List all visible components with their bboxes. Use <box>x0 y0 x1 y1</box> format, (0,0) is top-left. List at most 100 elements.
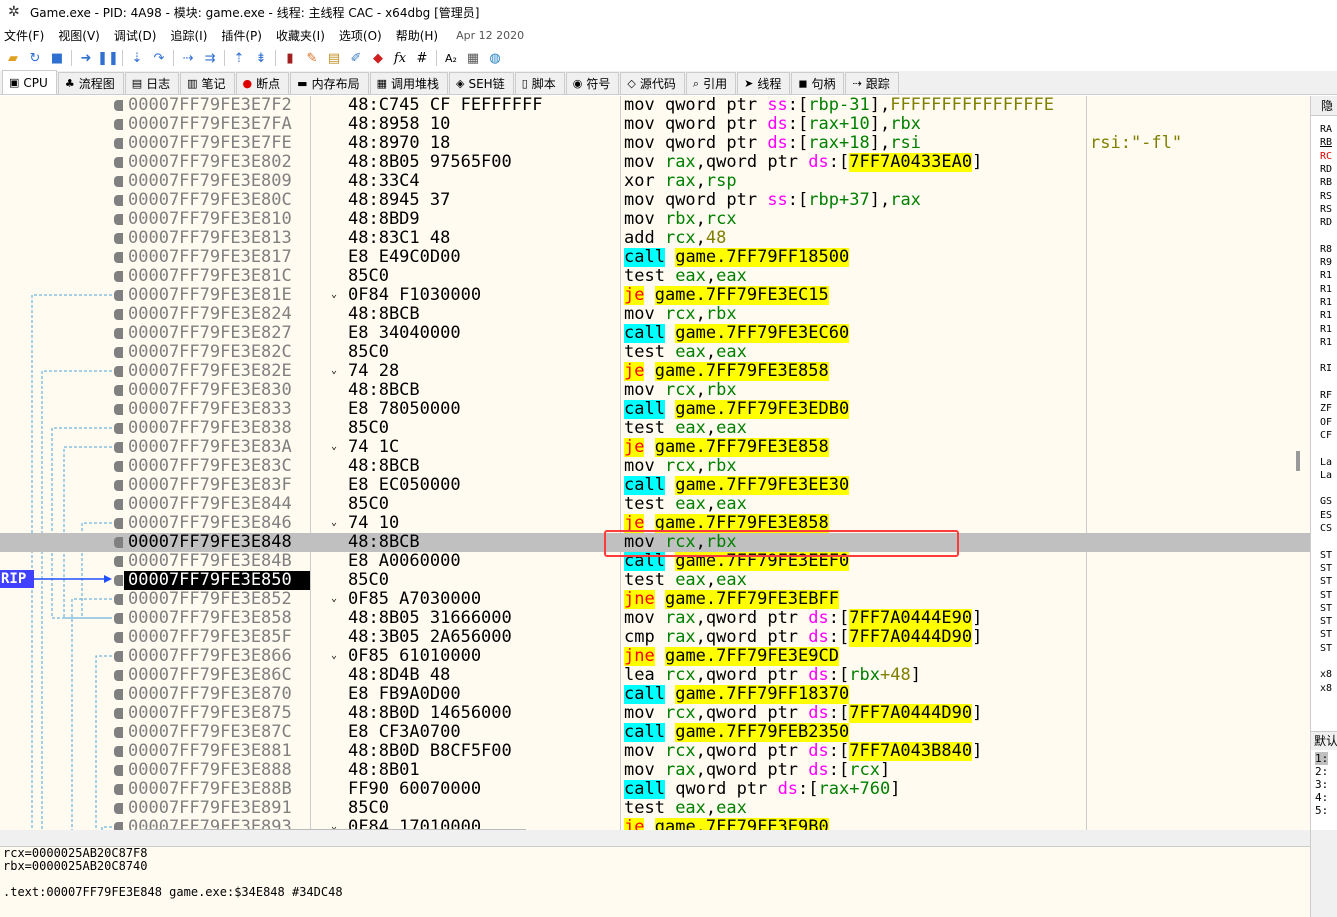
breakpoint-marker[interactable] <box>114 100 123 111</box>
instruction-row[interactable]: 00007FF79FE3E817 E8 E49C0D00 call game.7FF… <box>0 248 1310 267</box>
breakpoint-marker[interactable] <box>114 613 123 624</box>
disassembly-view[interactable]: 00007FF79FE3E7F2 48:C745 CF FEFFFFFF mov q… <box>0 96 1310 830</box>
breakpoint-marker[interactable] <box>114 366 123 377</box>
breakpoint-marker[interactable] <box>114 404 123 415</box>
breakpoint-marker[interactable] <box>114 784 123 795</box>
instruction-row[interactable]: 00007FF79FE3E827 E8 34040000 call game.7FF… <box>0 324 1310 343</box>
open-icon[interactable]: ▰ <box>2 48 24 68</box>
breakpoint-marker[interactable] <box>114 271 123 282</box>
menu-item[interactable]: 帮助(H) <box>396 27 438 44</box>
run-icon[interactable]: ➜ <box>75 48 97 68</box>
tab-0[interactable]: ▣ CPU <box>2 70 57 94</box>
instruction-row[interactable]: 00007FF79FE3E802 48:8B05 97565F00 mov rax,… <box>0 153 1310 172</box>
stack-arg-row[interactable]: 1: <box>1315 752 1329 765</box>
registers-panel[interactable]: 隐 RA RB RC RD RB RS RS RD R8 R9 R1 R1 R1 R1 R1 R1 RI RF ZF… <box>1310 96 1337 830</box>
breakpoint-marker[interactable] <box>114 442 123 453</box>
instruction-row[interactable]: 00007FF79FE3E824 48:8BCB mov rcx,rbx <box>0 305 1310 324</box>
instruction-row[interactable]: 00007FF79FE3E7FA 48:8958 10 mov qword ptr … <box>0 115 1310 134</box>
info-splitter[interactable] <box>0 830 1337 846</box>
instruction-row[interactable]: 00007FF79FE3E87C E8 CF3A0700 call game.7FF… <box>0 723 1310 742</box>
stack-convention-select[interactable]: 默认 <box>1311 732 1337 750</box>
label-icon[interactable]: ✐ <box>345 48 367 68</box>
instruction-row[interactable]: 00007FF79FE3E852 ⌄ 0F85 A7030000 jne game.7… <box>0 590 1310 609</box>
instruction-row[interactable]: 00007FF79FE3E891 85C0 test eax,eax <box>0 799 1310 818</box>
instruction-row[interactable]: 00007FF79FE3E86C 48:8D4B 48 lea rcx,qword … <box>0 666 1310 685</box>
stack-arg-row[interactable]: 3: <box>1315 778 1328 791</box>
breakpoint-marker[interactable] <box>114 138 123 149</box>
breakpoint-marker[interactable] <box>114 385 123 396</box>
breakpoint-marker[interactable] <box>114 480 123 491</box>
instruction-row[interactable]: 00007FF79FE3E83F E8 EC050000 call game.7FF… <box>0 476 1310 495</box>
breakpoint-marker[interactable] <box>114 746 123 757</box>
breakpoint-marker[interactable] <box>114 556 123 567</box>
tab-1[interactable]: ♣ 流程图 <box>57 72 124 94</box>
comment-icon[interactable]: ▤ <box>323 48 345 68</box>
instruction-row[interactable]: 00007FF79FE3E82E ⌄ 74 28 je game.7FF79FE3E8… <box>0 362 1310 381</box>
breakpoint-marker[interactable] <box>114 157 123 168</box>
instruction-row[interactable]: 00007FF79FE3E858 48:8B05 31666000 mov rax,… <box>0 609 1310 628</box>
instruction-row[interactable]: 00007FF79FE3E85F 48:3B05 2A656000 cmp rax,… <box>0 628 1310 647</box>
breakpoint-marker[interactable] <box>114 423 123 434</box>
function-icon[interactable]: fx <box>389 48 411 68</box>
breakpoint-marker[interactable] <box>114 670 123 681</box>
tab-9[interactable]: ◉ 符号 <box>565 72 620 94</box>
breakpoint-marker[interactable] <box>114 309 123 320</box>
menu-item[interactable]: 插件(P) <box>221 27 262 44</box>
tab-10[interactable]: ◇ 源代码 <box>620 72 685 94</box>
breakpoint-marker[interactable] <box>114 537 123 548</box>
tab-4[interactable]: ● 断点 <box>235 72 290 94</box>
bookmark-icon[interactable]: ◆ <box>367 48 389 68</box>
instruction-row[interactable]: 00007FF79FE3E810 48:8BD9 mov rbx,rcx <box>0 210 1310 229</box>
breakpoint-marker[interactable] <box>114 176 123 187</box>
stack-panel[interactable]: 默认 1: 2: 3: 4: 5: <box>1311 731 1337 830</box>
stop-icon[interactable]: ■ <box>46 48 68 68</box>
instruction-row[interactable]: 00007FF79FE3E809 48:33C4 xor rax,rsp <box>0 172 1310 191</box>
instruction-row[interactable]: 00007FF79FE3E875 48:8B0D 14656000 mov rcx,… <box>0 704 1310 723</box>
step-over-icon[interactable]: ↷ <box>148 48 170 68</box>
instruction-row[interactable]: 00007FF79FE3E850 85C0 test eax,eax <box>0 571 1310 590</box>
calculator-icon[interactable]: ▦ <box>462 48 484 68</box>
instruction-row[interactable]: 00007FF79FE3E7FE 48:8970 18 mov qword ptr … <box>0 134 1310 153</box>
breakpoint-marker[interactable] <box>114 594 123 605</box>
trace-into-icon[interactable]: ⇢ <box>177 48 199 68</box>
menu-item[interactable]: 选项(O) <box>339 27 382 44</box>
instruction-row[interactable]: 00007FF79FE3E7F2 48:C745 CF FEFFFFFF mov q… <box>0 96 1310 115</box>
instruction-row[interactable]: 00007FF79FE3E866 ⌄ 0F85 61010000 jne game.7… <box>0 647 1310 666</box>
breakpoint-marker[interactable] <box>114 727 123 738</box>
menu-item[interactable]: 收藏夹(I) <box>276 27 325 44</box>
menu-item[interactable]: 文件(F) <box>4 27 44 44</box>
instruction-row[interactable]: 00007FF79FE3E88B FF90 60070000 call qword … <box>0 780 1310 799</box>
breakpoint-marker[interactable] <box>114 328 123 339</box>
breakpoint-marker[interactable] <box>114 195 123 206</box>
instruction-row[interactable]: 00007FF79FE3E81C 85C0 test eax,eax <box>0 267 1310 286</box>
instruction-row[interactable]: 00007FF79FE3E813 48:83C1 48 add rcx,48 <box>0 229 1310 248</box>
breakpoint-marker[interactable] <box>114 651 123 662</box>
hash-icon[interactable]: # <box>411 48 433 68</box>
menu-item[interactable]: 视图(V) <box>58 27 100 44</box>
patch-icon[interactable]: ✎ <box>301 48 323 68</box>
font-icon[interactable]: A₂ <box>440 48 462 68</box>
tab-6[interactable]: ▦ 调用堆栈 <box>369 72 449 94</box>
instruction-row[interactable]: 00007FF79FE3E838 85C0 test eax,eax <box>0 419 1310 438</box>
tab-5[interactable]: ▬ 内存布局 <box>290 72 369 94</box>
tab-13[interactable]: ◼ 句柄 <box>791 72 845 94</box>
instruction-row[interactable]: 00007FF79FE3E888 48:8B01 mov rax,qword ptr… <box>0 761 1310 780</box>
tab-12[interactable]: ➤ 线程 <box>737 72 791 94</box>
breakpoint-marker[interactable] <box>114 233 123 244</box>
breakpoint-marker[interactable] <box>114 632 123 643</box>
instruction-row[interactable]: 00007FF79FE3E83A ⌄ 74 1C je game.7FF79FE3E8… <box>0 438 1310 457</box>
breakpoint-marker[interactable] <box>114 214 123 225</box>
tab-2[interactable]: ▤ 日志 <box>124 72 180 94</box>
pause-icon[interactable]: ❚❚ <box>97 48 119 68</box>
tab-7[interactable]: ◈ SEH链 <box>449 72 514 94</box>
restart-icon[interactable]: ↻ <box>24 48 46 68</box>
instruction-row[interactable]: 00007FF79FE3E833 E8 78050000 call game.7FF… <box>0 400 1310 419</box>
tab-11[interactable]: ⌕ 引用 <box>685 72 737 94</box>
tab-8[interactable]: ▯ 脚本 <box>514 72 565 94</box>
instruction-row[interactable]: 00007FF79FE3E82C 85C0 test eax,eax <box>0 343 1310 362</box>
vertical-scrollbar[interactable] <box>1296 451 1300 471</box>
tab-3[interactable]: ▥ 笔记 <box>180 72 235 94</box>
menu-item[interactable]: 调试(D) <box>114 27 157 44</box>
breakpoint-marker[interactable] <box>114 803 123 814</box>
stack-arg-row[interactable]: 4: <box>1315 791 1328 804</box>
